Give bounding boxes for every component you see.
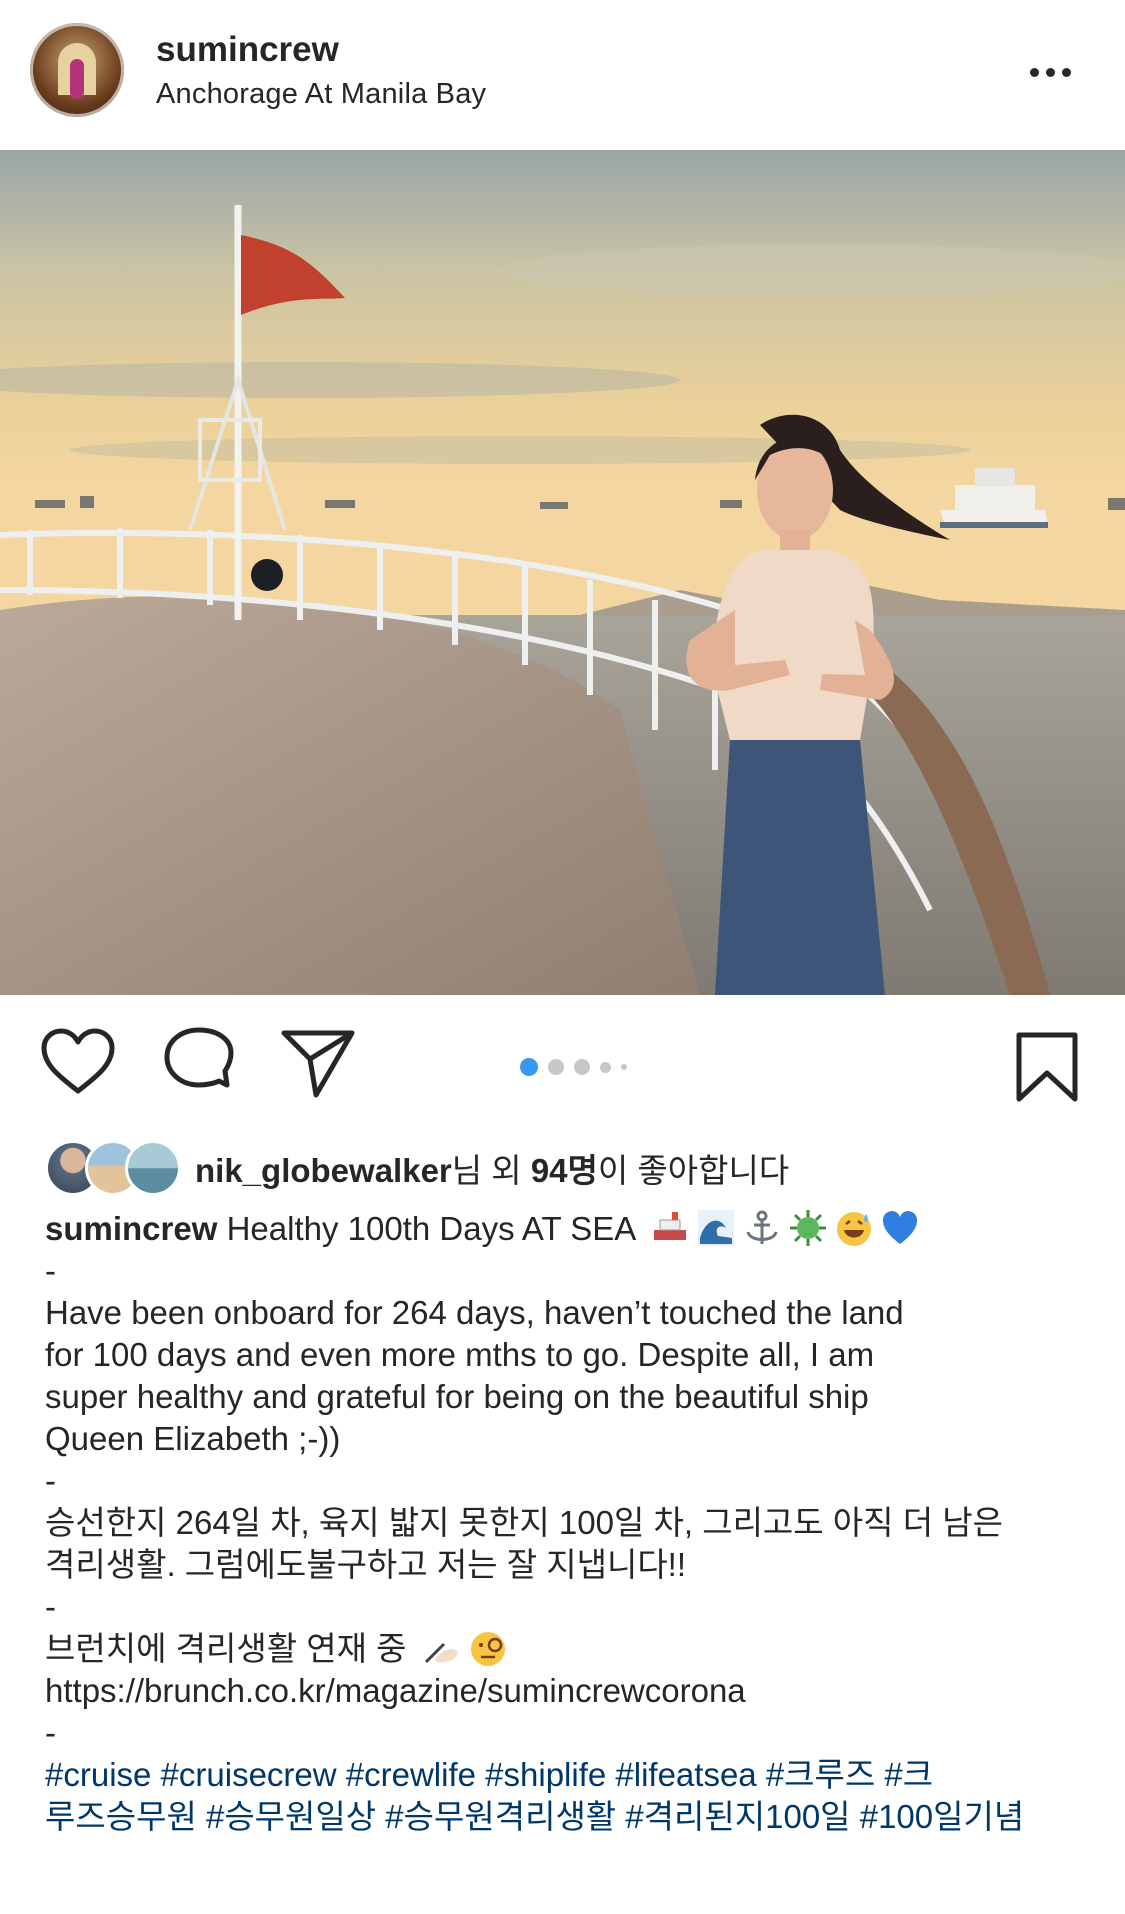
post-username[interactable]: sumincrew — [156, 30, 339, 70]
monocle-face-emoji — [470, 1632, 505, 1666]
likes-text: nik_globewalker님 외 94명이 좋아합니다 — [195, 1144, 789, 1192]
post-photo-illustration — [0, 150, 1125, 995]
post-photo[interactable] — [0, 150, 1125, 995]
more-dot — [1046, 67, 1055, 77]
post-location[interactable]: Anchorage At Manila Bay — [156, 78, 486, 111]
caption-hashtags-line[interactable]: 루즈승무원 #승무원일상 #승무원격리생활 #격리된지100일 #100일기념 — [45, 1796, 1085, 1838]
carousel-indicator — [520, 1058, 627, 1076]
caption-en-line: for 100 days and even more mths to go. D… — [45, 1336, 875, 1373]
liker-username[interactable]: nik_globewalker — [195, 1152, 452, 1189]
carousel-dot — [621, 1064, 627, 1070]
microbe-emoji — [789, 1210, 826, 1246]
carousel-dot — [548, 1059, 564, 1075]
avatar-frame — [30, 23, 124, 117]
anchor-emoji — [746, 1210, 778, 1244]
caption-separator: - — [45, 1588, 56, 1625]
caption-username[interactable]: sumincrew — [45, 1210, 217, 1247]
likes-count[interactable]: 94명 — [531, 1152, 598, 1189]
caption-separator: - — [45, 1462, 56, 1499]
blue-heart-emoji — [882, 1211, 917, 1244]
heart-icon[interactable] — [40, 1027, 116, 1097]
caption-title-line: sumincrew Healthy 100th Days AT SEA — [45, 1208, 1085, 1250]
cloud — [500, 244, 1125, 296]
caption-ko-line: 격리생활. 그럼에도불구하고 저는 잘 지냅니다!! — [45, 1546, 687, 1583]
caption-brunch-line: 브런치에 격리생활 연재 중 — [45, 1628, 1085, 1670]
caption-en-line: Have been onboard for 264 days, haven’t … — [45, 1294, 904, 1331]
profile-avatar[interactable] — [30, 23, 124, 117]
caption-hashtags-line[interactable]: #cruise #cruisecrew #crewlife #shiplife … — [45, 1754, 1085, 1796]
caption-ko-line: 승선한지 264일 차, 육지 밟지 못한지 100일 차, 그리고도 아직 더… — [45, 1504, 1003, 1541]
sweat-smile-emoji — [836, 1212, 871, 1246]
more-dot — [1030, 67, 1039, 77]
likes-summary[interactable]: nik_globewalker님 외 94명이 좋아합니다 — [45, 1138, 789, 1198]
liker-avatar — [125, 1140, 181, 1196]
bookmark-icon[interactable] — [1015, 1031, 1079, 1103]
more-options-icon[interactable] — [1030, 52, 1090, 92]
caption-title: Healthy 100th Days AT SEA — [226, 1210, 635, 1247]
ship-emoji — [653, 1212, 686, 1240]
wave-emoji — [697, 1210, 734, 1246]
caption-separator: - — [45, 1714, 56, 1751]
writing-hand-emoji — [424, 1642, 458, 1664]
comment-icon[interactable] — [163, 1027, 235, 1099]
caption-en-line: Queen Elizabeth ;-)) — [45, 1420, 341, 1457]
likes-tail: 이 좋아합니다 — [597, 1152, 790, 1189]
carousel-dot — [574, 1059, 590, 1075]
likes-mid: 님 외 — [451, 1152, 531, 1189]
more-dot — [1062, 67, 1071, 77]
post-header: sumincrew Anchorage At Manila Bay — [0, 0, 1125, 150]
caption-brunch-text: 브런치에 격리생활 연재 중 — [45, 1630, 407, 1667]
send-icon[interactable] — [280, 1027, 356, 1099]
caption-en-line: super healthy and grateful for being on … — [45, 1378, 869, 1415]
carousel-dot-active — [520, 1058, 538, 1076]
carousel-dot — [600, 1061, 611, 1073]
post-caption: sumincrew Healthy 100th Days AT SEA - Ha… — [45, 1208, 1085, 1838]
caption-separator: - — [45, 1252, 56, 1289]
caption-link[interactable]: https://brunch.co.kr/magazine/sumincrewc… — [45, 1670, 1085, 1712]
